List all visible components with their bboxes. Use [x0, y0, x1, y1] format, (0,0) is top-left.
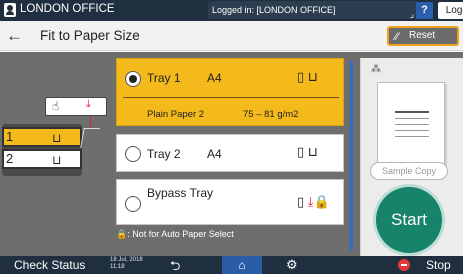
- user-icon: [4, 3, 16, 17]
- drawer-2: 2 ⊔: [2, 149, 82, 169]
- stop-icon[interactable]: [398, 259, 410, 271]
- scrollbar-thumb[interactable]: [350, 61, 353, 251]
- eraser-icon: ⁄⁄: [395, 31, 399, 43]
- paper-orientation-icon: ▯ ⊔: [297, 69, 318, 84]
- drawer-1: 1 ⊔: [2, 127, 82, 147]
- divider: [123, 97, 339, 98]
- back-arrow-icon[interactable]: ←: [6, 26, 23, 46]
- grid-icon[interactable]: ⁂: [371, 64, 381, 75]
- date-time: 18 Jul, 2018 11:18: [110, 257, 143, 271]
- stop-button[interactable]: Stop: [426, 258, 451, 272]
- drawer-1-label: 1: [6, 129, 14, 144]
- tray-list: Tray 1 A4 ▯ ⊔ Plain Paper 2 75 – 81 g/m2…: [114, 58, 352, 250]
- tray-paper-size: A4: [207, 71, 222, 85]
- radio-selected-icon: [125, 71, 141, 87]
- tray-paper-size: A4: [207, 147, 222, 161]
- feed-arrow-icon: ⤓: [86, 98, 91, 110]
- start-button[interactable]: Start: [376, 187, 442, 253]
- radio-unselected-icon: [125, 196, 141, 212]
- tray-1-option[interactable]: Tray 1 A4 ▯ ⊔ Plain Paper 2 75 – 81 g/m2: [116, 58, 344, 126]
- reset-label: Reset: [409, 30, 436, 41]
- paper-preview: [377, 82, 445, 174]
- home-icon[interactable]: ⌂: [222, 256, 262, 274]
- paper-type: Plain Paper 2: [147, 109, 205, 120]
- bottom-bar: Check Status 18 Jul, 2018 11:18 ⮌ ⌂ ⚙ St…: [0, 256, 463, 274]
- bypass-lock-icon: ▯ ⤓🔒: [297, 194, 330, 209]
- paper-weight: 75 – 81 g/m2: [243, 109, 299, 120]
- tray-name: Tray 2: [147, 147, 181, 161]
- machine-illustration: 1 ⊔ 2 ⊔: [2, 124, 82, 176]
- login-status[interactable]: Logged in: [LONDON OFFICE] ⌟: [208, 1, 418, 19]
- bypass-tray-option[interactable]: Bypass Tray ▯ ⤓🔒: [116, 179, 344, 225]
- check-status-button[interactable]: Check Status: [14, 258, 85, 272]
- reset-button[interactable]: ⁄⁄ Reset: [387, 26, 459, 46]
- guide-line: [90, 116, 91, 128]
- hand-feed-icon: ☝: [52, 99, 60, 113]
- page-title: Fit to Paper Size: [40, 28, 140, 43]
- gear-icon[interactable]: ⚙: [286, 257, 298, 273]
- sample-copy-button[interactable]: Sample Copy: [370, 162, 448, 180]
- office-name: LONDON OFFICE: [20, 3, 115, 15]
- tray-icon: ⊔: [52, 131, 62, 145]
- back-icon[interactable]: ⮌: [170, 257, 180, 274]
- preview-panel: ⁂ Sample Copy Start: [360, 58, 463, 256]
- date-text: 18 Jul, 2018: [110, 257, 143, 263]
- tray-icon: ⊔: [52, 153, 62, 167]
- paper-orientation-icon: ▯ ⊔: [297, 144, 318, 159]
- title-bar: ← Fit to Paper Size ⁄⁄ Reset: [0, 21, 463, 51]
- login-status-text: Logged in: [LONDON OFFICE]: [212, 5, 336, 15]
- help-button[interactable]: ?: [416, 2, 433, 19]
- logout-button[interactable]: Logout: [438, 2, 463, 19]
- preview-lines: [395, 111, 429, 141]
- auto-select-note: 🔒: Not for Auto Paper Select: [116, 229, 234, 239]
- tray-name: Tray 1: [147, 71, 181, 85]
- time-text: 11:18: [110, 264, 125, 270]
- drawer-2-label: 2: [6, 151, 14, 166]
- paper-feed-indicator: ☝ ⤓: [45, 97, 107, 116]
- radio-unselected-icon: [125, 146, 141, 162]
- tray-2-option[interactable]: Tray 2 A4 ▯ ⊔: [116, 134, 344, 172]
- list-scrollbar[interactable]: [350, 61, 353, 251]
- tray-name: Bypass Tray: [147, 186, 214, 200]
- top-bar: LONDON OFFICE Logged in: [LONDON OFFICE]…: [0, 0, 463, 21]
